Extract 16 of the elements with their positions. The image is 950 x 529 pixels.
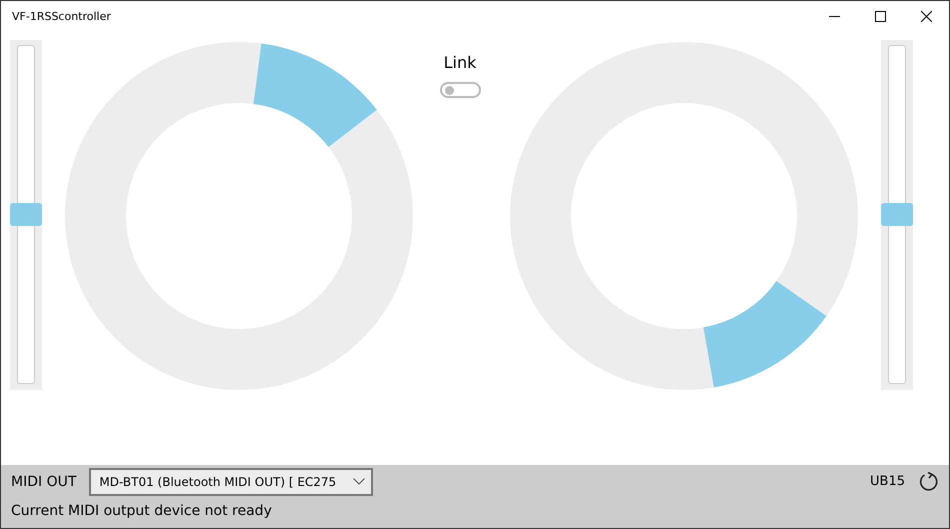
midi-out-label: MIDI OUT <box>11 474 76 490</box>
refresh-icon <box>919 472 939 492</box>
knob[interactable] <box>63 40 415 392</box>
status-message: Current MIDI output device not ready <box>11 503 273 519</box>
close-icon <box>920 11 932 22</box>
volume-slider[interactable] <box>10 40 42 390</box>
link-label: Link <box>444 53 476 72</box>
chevron-down-icon <box>353 478 366 485</box>
model-label: UB15 <box>870 474 905 489</box>
volume-slider[interactable] <box>881 40 913 390</box>
refresh-button[interactable] <box>919 472 939 492</box>
link-toggle[interactable] <box>440 82 480 98</box>
maximize-icon <box>874 11 886 22</box>
device-dropdown[interactable]: MD-BT01 (Bluetooth MIDI OUT) [ EC275 <box>89 468 374 496</box>
window-title: VF-1RSScontroller <box>11 10 111 23</box>
knob[interactable] <box>508 40 860 392</box>
